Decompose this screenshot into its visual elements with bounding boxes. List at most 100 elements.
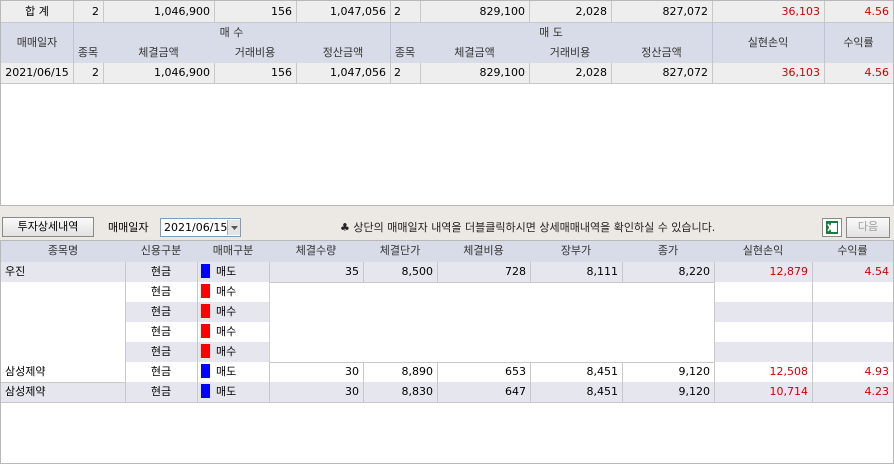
summary-header: 매매일자 매 수 매 도 실현손익 수익률 종목 체결금액 거래비용 정산금액 … xyxy=(1,23,893,63)
row-sell-fee: 2,028 xyxy=(575,66,608,79)
row-credit: 현금 xyxy=(150,345,172,358)
row-close: 9,120 xyxy=(678,365,711,378)
next-button[interactable]: 다음 xyxy=(846,217,890,238)
row-side-label: 매수 xyxy=(216,305,237,318)
row-profit: 12,879 xyxy=(769,265,809,278)
row-rate: 4.54 xyxy=(864,265,890,278)
buy-marker-icon xyxy=(201,284,210,298)
totals-buy-count: 2 xyxy=(92,5,99,18)
row-close: 8,220 xyxy=(678,265,711,278)
trade-date-label: 매매일자 xyxy=(108,221,149,234)
double-click-hint: ♣ 상단의 매매일자 내역을 더블클릭하시면 상세매매내역을 확인하실 수 있습… xyxy=(340,221,716,234)
row-side: 매수 xyxy=(197,282,269,302)
row-side: 매수 xyxy=(197,302,269,322)
header-buy-count: 종목 xyxy=(77,46,99,59)
col-book-price: 장부가 xyxy=(560,244,592,257)
row-price: 8,830 xyxy=(401,385,434,398)
row-close: 9,120 xyxy=(678,385,711,398)
row-sell-amount: 829,100 xyxy=(479,66,526,79)
col-credit-type: 신용구분 xyxy=(140,244,182,257)
row-rate: 4.56 xyxy=(864,66,890,79)
col-trade-type: 매매구분 xyxy=(212,244,254,257)
investment-detail-button[interactable]: 투자상세내역 xyxy=(2,217,94,237)
row-side-label: 매수 xyxy=(216,325,237,338)
summary-totals-row[interactable]: 합 계 2 1,046,900 156 1,047,056 2 829,100 … xyxy=(1,1,893,23)
table-row[interactable]: 현금 매수 xyxy=(1,282,893,302)
header-sell-count: 종목 xyxy=(394,46,416,59)
sell-marker-icon xyxy=(201,264,210,278)
row-book: 8,451 xyxy=(586,365,619,378)
detail-grid: 종목명 신용구분 매매구분 체결수량 체결단가 체결비용 장부가 종가 실현손익… xyxy=(0,240,894,464)
totals-rate: 4.56 xyxy=(864,5,890,18)
row-price: 8,500 xyxy=(401,265,434,278)
totals-sell-count: 2 xyxy=(394,5,401,18)
header-buy-settle: 정산금액 xyxy=(322,46,364,59)
table-row[interactable]: 현금 매수 xyxy=(1,322,893,342)
header-profit: 실현손익 xyxy=(747,36,789,49)
row-buy-amount: 1,046,900 xyxy=(154,66,210,79)
table-row[interactable]: 현금 매수 xyxy=(1,342,893,362)
table-row[interactable]: 삼성제약 현금 매도 30 8,890 653 8,451 9,120 12,5… xyxy=(1,362,893,382)
col-close-price: 종가 xyxy=(657,244,679,257)
row-rate: 4.93 xyxy=(864,365,890,378)
row-stock-name: 우진 xyxy=(5,265,26,278)
row-stock-name: 삼성제약 xyxy=(5,365,46,378)
row-qty: 30 xyxy=(345,365,359,378)
row-qty: 30 xyxy=(345,385,359,398)
header-date: 매매일자 xyxy=(16,36,58,49)
row-credit: 현금 xyxy=(150,385,172,398)
row-credit: 현금 xyxy=(150,265,172,278)
chevron-down-icon[interactable] xyxy=(227,220,240,235)
table-row[interactable]: 현금 매수 xyxy=(1,302,893,322)
table-row[interactable]: 삼성제약 현금 매도 30 8,830 647 8,451 9,120 10,7… xyxy=(1,382,893,402)
header-sell-settle: 정산금액 xyxy=(641,46,682,59)
row-side-label: 매도 xyxy=(216,265,237,278)
header-buy-amount: 체결금액 xyxy=(138,46,179,59)
col-quantity: 체결수량 xyxy=(295,244,337,257)
row-side-label: 매수 xyxy=(216,285,237,298)
row-profit: 10,714 xyxy=(769,385,809,398)
totals-label: 합 계 xyxy=(25,5,49,18)
row-cost: 647 xyxy=(505,385,526,398)
totals-sell-fee: 2,028 xyxy=(575,5,608,18)
detail-toolbar: 투자상세내역 매매일자 2021/06/15 ♣ 상단의 매매일자 내역을 더블… xyxy=(0,216,894,240)
row-profit: 36,103 xyxy=(781,66,821,79)
row-side: 매도 xyxy=(197,362,269,382)
row-rate: 4.23 xyxy=(864,385,890,398)
buy-marker-icon xyxy=(201,344,210,358)
row-cost: 653 xyxy=(505,365,526,378)
detail-header: 종목명 신용구분 매매구분 체결수량 체결단가 체결비용 장부가 종가 실현손익… xyxy=(1,241,893,262)
totals-buy-settle: 1,047,056 xyxy=(330,5,386,18)
row-book: 8,451 xyxy=(586,385,619,398)
row-side-label: 매도 xyxy=(216,385,237,398)
col-profit: 실현손익 xyxy=(742,244,784,257)
col-stock-name: 종목명 xyxy=(47,244,79,257)
trade-date-value: 2021/06/15 xyxy=(164,221,228,234)
header-sell-group: 매 도 xyxy=(539,26,563,39)
sell-marker-icon xyxy=(201,364,210,378)
row-credit: 현금 xyxy=(150,365,172,378)
row-side: 매도 xyxy=(197,382,269,402)
panel-separator xyxy=(0,206,894,216)
row-credit: 현금 xyxy=(150,305,172,318)
summary-grid: 합 계 2 1,046,900 156 1,047,056 2 829,100 … xyxy=(0,0,894,206)
trade-date-field[interactable]: 2021/06/15 xyxy=(160,218,241,237)
row-side: 매도 xyxy=(197,262,269,282)
table-row[interactable]: 우진 현금 매도 35 8,500 728 8,111 8,220 12,879… xyxy=(1,262,893,282)
header-buy-group: 매 수 xyxy=(219,26,244,39)
summary-row[interactable]: 2021/06/15 2 1,046,900 156 1,047,056 2 8… xyxy=(1,63,893,84)
row-cost: 728 xyxy=(505,265,526,278)
row-side-label: 매도 xyxy=(216,365,237,378)
row-qty: 35 xyxy=(345,265,359,278)
buy-marker-icon xyxy=(201,304,210,318)
totals-buy-amount: 1,046,900 xyxy=(154,5,210,18)
row-book: 8,111 xyxy=(586,265,619,278)
excel-icon[interactable] xyxy=(822,218,842,237)
row-side: 매수 xyxy=(197,322,269,342)
row-sell-count: 2 xyxy=(394,66,401,79)
row-stock-name: 삼성제약 xyxy=(5,385,46,398)
row-profit: 12,508 xyxy=(769,365,809,378)
totals-profit: 36,103 xyxy=(781,5,821,18)
header-sell-amount: 체결금액 xyxy=(454,46,495,59)
header-buy-fee: 거래비용 xyxy=(234,46,276,59)
